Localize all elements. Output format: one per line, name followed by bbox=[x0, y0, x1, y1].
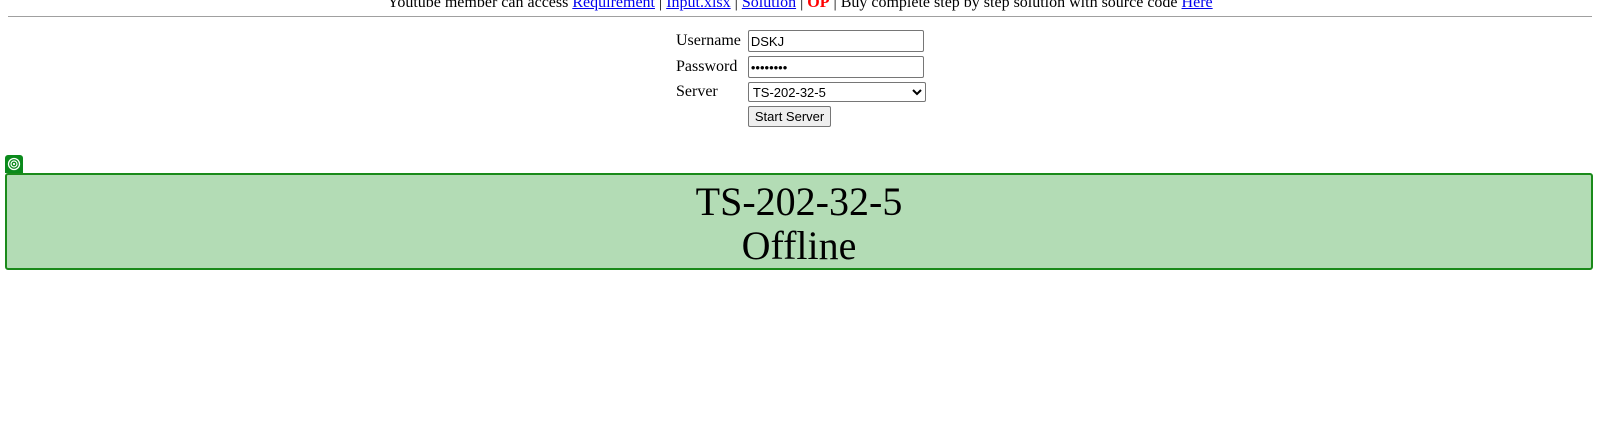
separator: | bbox=[796, 0, 808, 11]
action-row: Start Server bbox=[675, 105, 927, 128]
login-form: Username Password Server TS-202-32-5 Sta… bbox=[673, 27, 929, 130]
server-row: Server TS-202-32-5 bbox=[675, 81, 927, 103]
server-status: Offline bbox=[741, 223, 857, 268]
separator: | bbox=[654, 0, 667, 11]
op-label: OP bbox=[807, 0, 830, 11]
buy-solution-text: | Buy complete step by step solution wit… bbox=[829, 0, 1182, 11]
password-label: Password bbox=[676, 58, 738, 75]
server-select[interactable]: TS-202-32-5 bbox=[747, 82, 926, 102]
username-row: Username bbox=[675, 29, 927, 53]
input-xlsx-link[interactable]: Input.xlsx bbox=[666, 0, 730, 11]
server-status-panel: TS-202-32-5 Offline bbox=[5, 173, 1593, 270]
here-link[interactable]: Here bbox=[1182, 0, 1213, 11]
username-label: Username bbox=[676, 32, 741, 49]
separator: | bbox=[730, 0, 742, 11]
solution-link[interactable]: Solution bbox=[742, 0, 796, 11]
password-input[interactable] bbox=[747, 56, 924, 78]
username-input[interactable] bbox=[747, 30, 924, 52]
target-icon bbox=[5, 155, 23, 173]
divider bbox=[8, 16, 1592, 17]
notice-prefix: Youtube member can access bbox=[387, 0, 573, 11]
password-row: Password bbox=[675, 55, 927, 79]
server-label: Server bbox=[676, 83, 718, 100]
top-notice-bar: Youtube member can access Requirement | … bbox=[0, 0, 1600, 13]
server-name: TS-202-32-5 bbox=[695, 179, 903, 224]
requirement-link[interactable]: Requirement bbox=[572, 0, 655, 11]
start-server-button[interactable]: Start Server bbox=[747, 106, 832, 127]
